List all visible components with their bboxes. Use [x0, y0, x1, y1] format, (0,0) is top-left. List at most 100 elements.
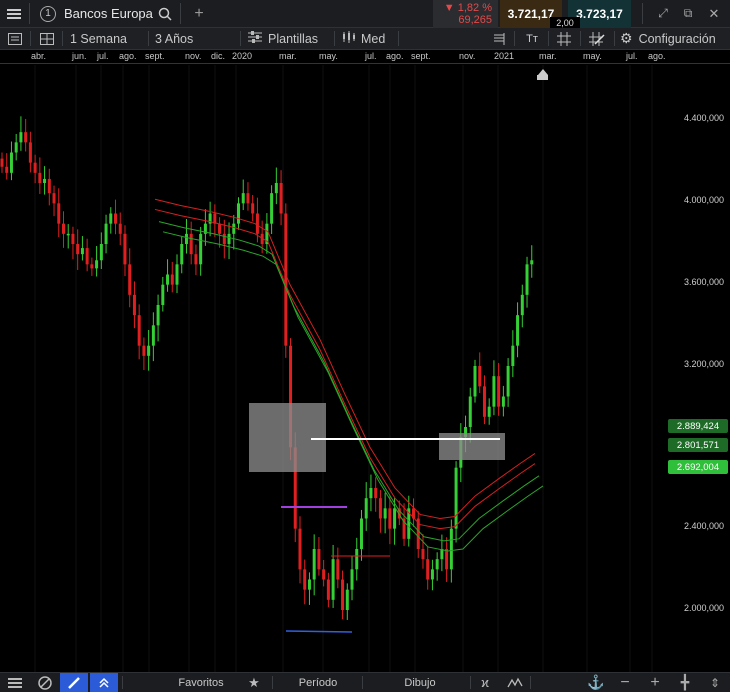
- month-label: 2020: [232, 51, 253, 61]
- month-label: nov.: [459, 51, 476, 61]
- candle-body: [445, 549, 449, 570]
- price-type-selector[interactable]: Med: [342, 28, 397, 49]
- candle-body: [421, 549, 425, 560]
- price-tag: 2.801,571: [668, 438, 728, 452]
- close-icon[interactable]: ✕: [703, 0, 725, 27]
- candle-body: [156, 305, 160, 326]
- candle-body: [128, 264, 132, 295]
- zoom-out-icon[interactable]: −: [614, 673, 636, 692]
- candle-body: [251, 203, 255, 214]
- expand-icon[interactable]: ⤢: [652, 0, 674, 27]
- current-bar-marker: [537, 75, 548, 80]
- instrument-name[interactable]: Bancos Europa: [64, 0, 154, 27]
- candle-body: [270, 193, 274, 224]
- anchor-icon[interactable]: ⚓: [585, 673, 607, 692]
- zigzag-icon[interactable]: [503, 673, 527, 692]
- price-tag: 2.692,004: [668, 460, 728, 474]
- candle-body: [482, 386, 486, 417]
- fit-vertical-icon[interactable]: ⇕: [704, 673, 726, 692]
- indicators-icon[interactable]: [488, 28, 510, 49]
- candle-body: [90, 264, 94, 269]
- candle-body: [454, 467, 458, 529]
- candle-body: [468, 396, 472, 427]
- drawing-tools-icon[interactable]: [585, 28, 609, 49]
- current-bar-marker-icon: [538, 69, 548, 75]
- month-label: jul.: [97, 51, 109, 61]
- month-label: may.: [319, 51, 338, 61]
- magnet-icon[interactable]: [90, 673, 118, 692]
- candle-body: [364, 498, 368, 519]
- period-button[interactable]: Período: [286, 673, 350, 692]
- top-bar: 1 Bancos Europa + ▼ 1,82 % 69,265 3.721,…: [0, 0, 730, 28]
- candle-body: [241, 193, 245, 204]
- candle-body: [95, 260, 99, 269]
- month-label: mar.: [279, 51, 297, 61]
- down-arrow-icon: ▼: [443, 2, 458, 14]
- interval-selector[interactable]: 1 Semana: [70, 28, 145, 49]
- instrument-number-badge[interactable]: 1: [38, 0, 58, 27]
- candle-body: [123, 233, 127, 265]
- candle-body: [66, 233, 70, 236]
- candle-body: [440, 549, 444, 560]
- candle-body: [284, 213, 288, 346]
- drawing-button[interactable]: Dibujo: [392, 673, 448, 692]
- star-icon[interactable]: ★: [244, 673, 264, 692]
- candle-body: [359, 518, 363, 549]
- candle-body: [473, 366, 477, 397]
- candle-body: [237, 203, 240, 224]
- candle-body: [516, 315, 520, 346]
- hamburger-icon[interactable]: [4, 673, 26, 692]
- candle-body: [5, 166, 9, 173]
- pencil-icon[interactable]: [60, 673, 88, 692]
- price-tag: 2.889,424: [668, 419, 728, 433]
- gridlines-icon[interactable]: [553, 28, 575, 49]
- month-label: mar.: [539, 51, 557, 61]
- candle-body: [161, 284, 165, 305]
- candle-body: [118, 223, 122, 234]
- candle-body: [47, 178, 51, 194]
- search-icon[interactable]: [156, 0, 174, 27]
- candle-body: [170, 274, 174, 285]
- candle-body: [9, 152, 13, 173]
- candle-body: [274, 183, 278, 194]
- price-axis-label: 3.600,000: [683, 277, 724, 287]
- candle-body: [132, 294, 136, 316]
- add-tab-icon[interactable]: +: [190, 0, 208, 27]
- horizontal-line-blue: [285, 630, 353, 633]
- favorites-button[interactable]: Favoritos: [170, 673, 232, 692]
- month-label: nov.: [185, 51, 202, 61]
- hide-drawings-icon[interactable]: [34, 673, 56, 692]
- month-label: sept.: [145, 51, 165, 61]
- month-label: ago.: [648, 51, 666, 61]
- range-selector[interactable]: 3 Años: [155, 28, 235, 49]
- candle-body: [71, 233, 75, 244]
- candle-body: [222, 233, 226, 244]
- settings-button[interactable]: ⚙ Configuración: [620, 28, 726, 49]
- candle-body: [350, 569, 354, 590]
- price-type-label: Med: [361, 31, 386, 46]
- candle-body: [137, 315, 141, 346]
- price-chart[interactable]: [0, 65, 730, 672]
- popout-icon[interactable]: ⧉: [677, 0, 699, 27]
- candle-body: [33, 162, 37, 173]
- zoom-in-icon[interactable]: +: [644, 673, 666, 692]
- candles-icon: [342, 31, 356, 46]
- menu-icon[interactable]: [0, 0, 28, 27]
- text-size-icon[interactable]: Tт: [520, 28, 544, 49]
- candle-body: [430, 569, 434, 580]
- curve-icon[interactable]: ϰ: [474, 673, 496, 692]
- candle-body: [80, 248, 84, 255]
- instrument-number: 1: [40, 5, 56, 22]
- candle-body: [147, 345, 151, 356]
- spread-value: 2,00: [550, 17, 580, 28]
- crosshair-icon[interactable]: ╋: [674, 673, 696, 692]
- month-label: abr.: [31, 51, 47, 61]
- layout-grid-icon[interactable]: [36, 28, 58, 49]
- candle-body: [189, 233, 193, 255]
- candle-body: [61, 223, 65, 234]
- chart-toolbar: 1 Semana 3 Años Plantillas Med Tт ⚙ Conf…: [0, 28, 730, 50]
- ma-band-green-lower: [162, 231, 544, 552]
- list-icon[interactable]: [4, 28, 26, 49]
- candle-body: [326, 579, 330, 600]
- templates-button[interactable]: Plantillas: [248, 28, 330, 49]
